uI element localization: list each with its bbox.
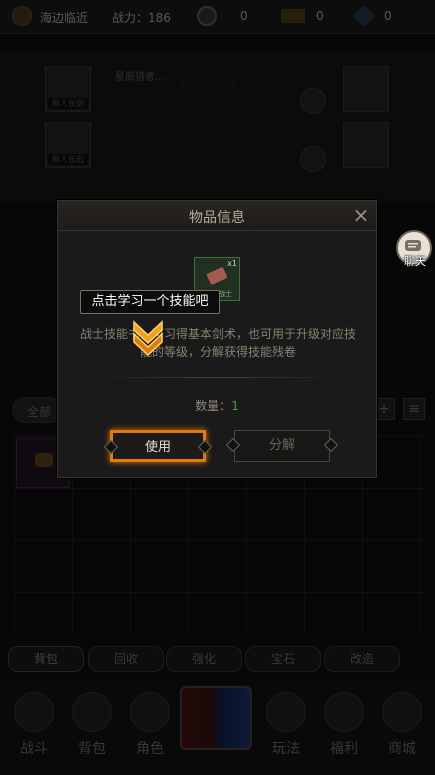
modal-title: 物品信息 (189, 210, 245, 226)
diamond-ornament-icon (323, 437, 339, 453)
item-info-modal: 物品信息 × x1 残卷·战士 战士技能书，可习得基本剑术，也可用于升级对应技能… (57, 200, 377, 478)
diamond-ornament-icon (103, 439, 119, 455)
item-quantity-badge: x1 (227, 259, 237, 268)
use-button-label: 使用 (144, 440, 171, 455)
use-button[interactable]: 使用 (103, 430, 213, 462)
quantity-value: 1 (231, 399, 239, 413)
tutorial-hint: 点击学习一个技能吧 (80, 290, 220, 314)
skill-scroll-icon (206, 266, 228, 286)
diamond-ornament-icon (197, 439, 213, 455)
chat-label: 聊天 (404, 255, 426, 268)
quantity-row: 数量：1 (58, 397, 376, 414)
modal-header: 物品信息 × (58, 201, 376, 231)
decompose-button-label: 分解 (268, 438, 295, 453)
divider (98, 377, 338, 378)
diamond-ornament-icon (225, 437, 241, 453)
decompose-button[interactable]: 分解 (225, 430, 339, 462)
tutorial-arrow-icon (131, 318, 165, 358)
quantity-label: 数量： (195, 399, 232, 413)
close-button[interactable]: × (350, 205, 372, 227)
close-icon: × (352, 203, 370, 227)
item-description: 战士技能书，可习得基本剑术，也可用于升级对应技能的等级，分解获得技能残卷 (80, 327, 357, 359)
